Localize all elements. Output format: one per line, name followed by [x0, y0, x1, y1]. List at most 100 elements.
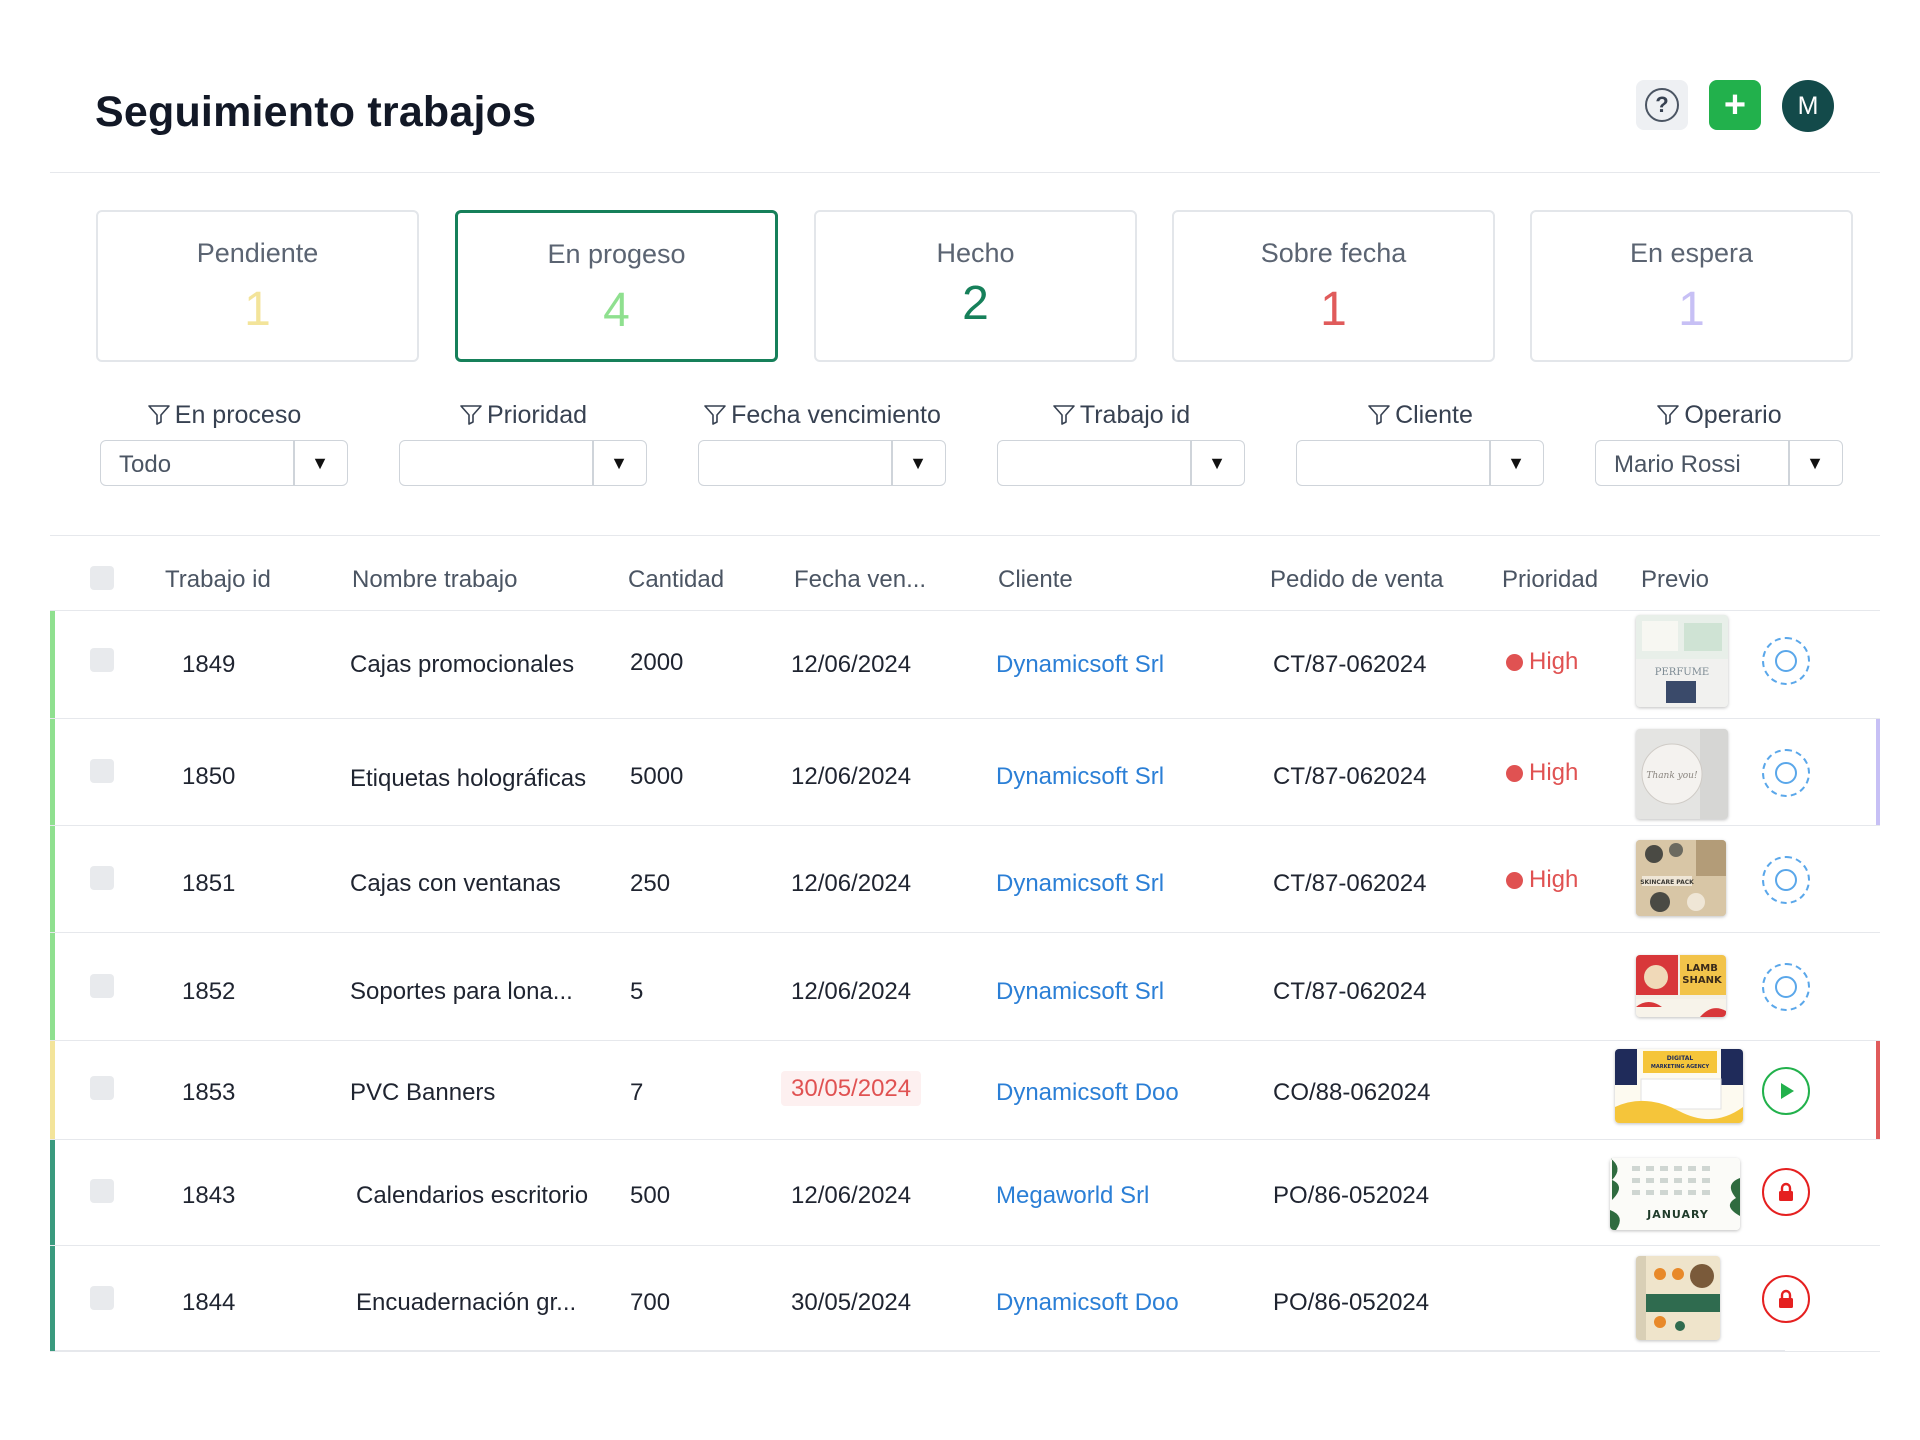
status-card-sobre-fecha[interactable]: Sobre fecha 1 — [1172, 210, 1495, 362]
caret-down-icon[interactable]: ▼ — [891, 441, 945, 485]
filter-prioridad-select[interactable]: ▼ — [399, 440, 647, 486]
preview-thumbnail[interactable] — [1636, 1256, 1720, 1340]
filter-label: Trabajo id — [997, 398, 1245, 432]
column-header[interactable]: Nombre trabajo — [352, 566, 517, 594]
preview-thumbnail[interactable]: JANUARY — [1610, 1158, 1740, 1230]
status-card-hecho[interactable]: Hecho 2 — [814, 210, 1137, 362]
preview-thumbnail[interactable]: Thank you! — [1636, 729, 1728, 819]
filter-label: Prioridad — [399, 398, 647, 432]
preview-thumbnail[interactable]: PERFUME — [1636, 615, 1728, 707]
preview-thumbnail[interactable]: SKINCARE PACK — [1636, 840, 1726, 916]
filter-label: Fecha vencimiento — [698, 398, 946, 432]
clock-icon[interactable] — [1762, 637, 1810, 685]
lock-icon[interactable] — [1762, 1168, 1810, 1216]
table-row[interactable]: 1852 Soportes para lona... 5 12/06/2024 … — [50, 932, 1880, 1040]
filter-operario-select[interactable]: Mario Rossi ▼ — [1595, 440, 1843, 486]
job-quantity: 250 — [630, 870, 671, 897]
client-link[interactable]: Dynamicsoft Srl — [996, 763, 1164, 791]
client-link[interactable]: Dynamicsoft Srl — [996, 870, 1164, 898]
page-title: Seguimiento trabajos — [95, 88, 537, 136]
thumbnail-caption: SKINCARE PACK — [1640, 879, 1694, 886]
priority-label: High — [1529, 759, 1579, 786]
row-checkbox[interactable] — [90, 974, 114, 998]
lock-glyph — [1779, 1289, 1793, 1308]
job-due-date: 12/06/2024 — [791, 763, 912, 790]
status-card-pendiente[interactable]: Pendiente 1 — [96, 210, 419, 362]
sales-order: PO/86-052024 — [1273, 1289, 1430, 1316]
column-header[interactable]: Pedido de venta — [1270, 566, 1443, 594]
column-header[interactable]: Cantidad — [628, 566, 724, 594]
column-header[interactable]: Fecha ven... — [794, 566, 926, 594]
job-id: 1850 — [182, 763, 236, 790]
filter-cliente: Cliente ▼ — [1296, 398, 1544, 486]
status-card-en-espera[interactable]: En espera 1 — [1530, 210, 1853, 362]
table-row[interactable]: 1850 Etiquetas holográficas 5000 12/06/2… — [50, 718, 1880, 825]
select-value: Mario Rossi — [1614, 451, 1741, 478]
preview-thumbnail[interactable]: LAMB SHANK — [1636, 955, 1726, 1017]
row-checkbox[interactable] — [90, 1286, 114, 1310]
avatar[interactable]: M — [1782, 80, 1834, 132]
table-row[interactable]: 1844 Encuadernación gr... 700 30/05/2024… — [50, 1245, 1880, 1352]
filter-label-text: Operario — [1684, 400, 1782, 429]
table-row[interactable]: 1843 Calendarios escritorio 500 12/06/20… — [50, 1139, 1880, 1245]
plus-icon: + — [1723, 84, 1747, 126]
client-link[interactable]: Dynamicsoft Doo — [996, 1079, 1179, 1107]
job-quantity: 500 — [630, 1182, 671, 1209]
table-row[interactable]: 1853 PVC Banners 7 30/05/2024 Dynamicsof… — [50, 1040, 1880, 1139]
client-link[interactable]: Dynamicsoft Srl — [996, 651, 1164, 679]
column-header[interactable]: Cliente — [998, 566, 1073, 594]
client-link[interactable]: Megaworld Srl — [996, 1182, 1149, 1210]
column-header[interactable]: Trabajo id — [165, 566, 271, 594]
play-icon[interactable] — [1762, 1067, 1810, 1115]
job-quantity: 5000 — [630, 763, 684, 790]
caret-down-icon[interactable]: ▼ — [592, 441, 646, 485]
column-header[interactable]: Previo — [1641, 566, 1709, 594]
sales-order: CT/87-062024 — [1273, 763, 1427, 790]
status-card-count: 1 — [1678, 283, 1705, 336]
row-checkbox[interactable] — [90, 1179, 114, 1203]
add-button[interactable]: + — [1709, 80, 1761, 130]
filter-trabajo-id-select[interactable]: ▼ — [997, 440, 1245, 486]
caret-down-icon[interactable]: ▼ — [1190, 441, 1244, 485]
priority-label: High — [1529, 648, 1579, 675]
thumbnail-caption: SHANK — [1682, 975, 1723, 986]
status-card-label: Sobre fecha — [1260, 238, 1407, 268]
status-card-en-progeso[interactable]: En progeso 4 — [455, 210, 778, 362]
filter-fecha-vencimiento-select[interactable]: ▼ — [698, 440, 946, 486]
caret-down-icon[interactable]: ▼ — [1788, 441, 1842, 485]
filter-en-proceso-select[interactable]: Todo ▼ — [100, 440, 348, 486]
caret-down-icon[interactable]: ▼ — [1489, 441, 1543, 485]
table-row[interactable]: 1849 Cajas promocionales 2000 12/06/2024… — [50, 610, 1880, 718]
thumbnail-caption: DIGITAL — [1667, 1055, 1694, 1062]
lock-icon[interactable] — [1762, 1275, 1810, 1323]
thumbnail-caption: LAMB — [1686, 963, 1718, 974]
preview-thumbnail[interactable]: DIGITAL MARKETING AGENCY — [1615, 1049, 1743, 1123]
clock-icon[interactable] — [1762, 963, 1810, 1011]
funnel-icon — [147, 405, 170, 425]
caret-down-icon[interactable]: ▼ — [293, 441, 347, 485]
filter-trabajo-id: Trabajo id ▼ — [997, 398, 1245, 486]
help-button[interactable]: ? — [1636, 80, 1688, 130]
header: Seguimiento trabajos ? + M — [50, 60, 1880, 173]
job-due-date: 12/06/2024 — [791, 651, 912, 678]
priority-dot-icon — [1506, 653, 1523, 671]
job-quantity: 5 — [630, 978, 644, 1005]
row-checkbox[interactable] — [90, 759, 114, 783]
client-link[interactable]: Dynamicsoft Doo — [996, 1289, 1179, 1317]
row-checkbox[interactable] — [90, 1076, 114, 1100]
column-header[interactable]: Prioridad — [1502, 566, 1598, 594]
row-checkbox[interactable] — [90, 866, 114, 890]
funnel-icon — [704, 405, 726, 425]
status-card-label: Pendiente — [196, 238, 319, 268]
client-link[interactable]: Dynamicsoft Srl — [996, 978, 1164, 1006]
clock-icon[interactable] — [1762, 856, 1810, 904]
label-thumbnail-art: Thank you! — [1641, 729, 1728, 819]
table-row[interactable]: 1851 Cajas con ventanas 250 12/06/2024 D… — [50, 825, 1880, 932]
clock-icon[interactable] — [1762, 749, 1810, 797]
filter-cliente-select[interactable]: ▼ — [1296, 440, 1544, 486]
row-checkbox[interactable] — [90, 648, 114, 672]
select-all-checkbox[interactable] — [90, 566, 114, 590]
job-due-date-overdue: 30/05/2024 — [781, 1071, 922, 1106]
job-id: 1844 — [182, 1289, 236, 1316]
status-stripe — [50, 1140, 55, 1245]
